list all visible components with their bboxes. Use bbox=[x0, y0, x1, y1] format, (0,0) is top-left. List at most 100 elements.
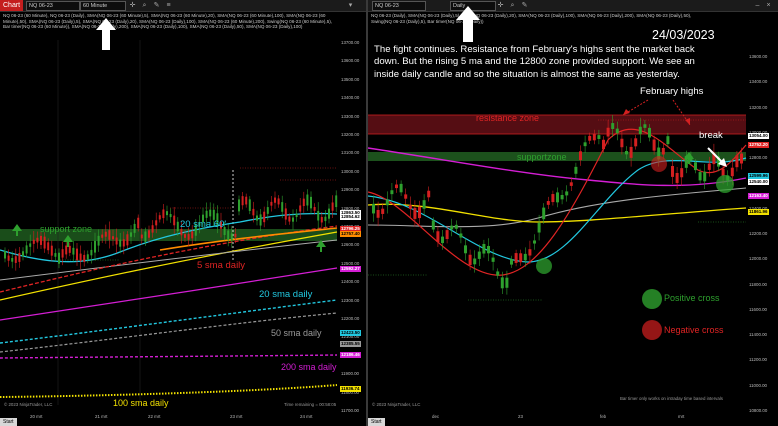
left-price-marker: 12423.50 bbox=[340, 330, 361, 336]
candle-body bbox=[694, 162, 697, 171]
left-price-marker: 12757.40 bbox=[340, 231, 361, 237]
candle-body bbox=[427, 190, 431, 198]
candle-body bbox=[556, 192, 559, 203]
candle-body bbox=[144, 231, 147, 242]
candle-body bbox=[505, 277, 509, 288]
left-price-tick: 13200.00 bbox=[341, 132, 360, 137]
left-price-tick: 11900.00 bbox=[341, 371, 359, 377]
right-white-up-arrow-icon bbox=[456, 6, 480, 42]
candle-body bbox=[638, 126, 642, 135]
candle-body bbox=[115, 237, 118, 245]
candle-body bbox=[54, 253, 57, 257]
candle-body bbox=[191, 231, 194, 239]
sma100-daily-label: 100 sma daily bbox=[113, 398, 169, 408]
candle-body bbox=[112, 236, 114, 240]
candle-body bbox=[730, 167, 734, 177]
candle-body bbox=[395, 184, 398, 189]
candle-body bbox=[477, 251, 481, 259]
legend-negative-circle bbox=[642, 320, 662, 340]
candle-body bbox=[288, 216, 291, 222]
candle-body bbox=[514, 253, 518, 263]
sma5-daily-label: 5 sma daily bbox=[197, 260, 246, 271]
right-bar-timer: Bar timer only works on intraday time ba… bbox=[620, 396, 723, 401]
candle-body bbox=[94, 240, 96, 253]
candle-body bbox=[245, 196, 248, 205]
candle-body bbox=[259, 214, 262, 226]
candle-body bbox=[473, 258, 477, 265]
right-price-tick: 11000.00 bbox=[749, 382, 767, 388]
candle-body bbox=[680, 168, 684, 178]
candle-body bbox=[14, 256, 17, 263]
left-chart-panel[interactable]: Chart NQ 06-23 60 Minute ✛ ⌕ ✎ ≡ ▾ NQ 06… bbox=[0, 0, 366, 426]
candle-body bbox=[263, 211, 266, 223]
candle-body bbox=[625, 151, 628, 155]
chart-negative-cross-1 bbox=[651, 156, 667, 172]
candle-body bbox=[413, 207, 417, 219]
right-chart-panel[interactable]: NQ 06-23 Daily ✛ ⌕ ✎ – × NQ 06-23 (Daily… bbox=[368, 0, 778, 426]
candle-body bbox=[381, 208, 385, 214]
candle-body bbox=[588, 135, 592, 141]
left-date-tick: 21 mrt bbox=[95, 414, 108, 419]
candle-body bbox=[130, 232, 132, 237]
right-price-marker: 13054.00 bbox=[748, 133, 769, 139]
candle-body bbox=[230, 233, 233, 241]
candle-body bbox=[299, 205, 302, 212]
candle-body bbox=[238, 199, 240, 212]
candle-body bbox=[137, 217, 140, 229]
left-date-tick: 22 mrt bbox=[148, 414, 161, 419]
left-price-tick: 12600.00 bbox=[341, 242, 360, 248]
candle-body bbox=[328, 208, 330, 219]
candle-body bbox=[399, 183, 403, 193]
candle-body bbox=[76, 248, 78, 261]
candle-body bbox=[583, 142, 587, 147]
candle-body bbox=[482, 243, 486, 254]
candle-body bbox=[445, 230, 449, 240]
negative-cross-label: Negative cross bbox=[664, 325, 724, 335]
left-price-tick: 13500.00 bbox=[341, 76, 360, 82]
sma200-daily-label: 200 sma daily bbox=[281, 362, 337, 372]
candle-body bbox=[528, 249, 532, 256]
candle-body bbox=[227, 230, 230, 241]
left-start-tab[interactable]: Start bbox=[0, 418, 17, 426]
candle-body bbox=[252, 208, 255, 216]
candle-body bbox=[542, 207, 546, 220]
green-up-arrow-1-icon bbox=[12, 224, 22, 236]
candle-body bbox=[537, 222, 541, 233]
left-price-marker: 11936.74 bbox=[340, 386, 361, 392]
right-start-tab[interactable]: Start bbox=[368, 418, 385, 426]
candle-body bbox=[666, 136, 670, 145]
candle-body bbox=[256, 215, 258, 221]
candle-body bbox=[675, 172, 679, 183]
left-price-marker: 12186.46 bbox=[340, 352, 361, 358]
candle-body bbox=[500, 277, 504, 289]
right-green-up-arrow-icon bbox=[684, 152, 694, 164]
candle-body bbox=[47, 242, 50, 251]
candle-body bbox=[519, 253, 523, 263]
candle-body bbox=[133, 223, 136, 233]
left-price-tick: 11700.00 bbox=[341, 408, 359, 413]
candle-body bbox=[648, 127, 651, 138]
left-price-tick: 13300.00 bbox=[341, 113, 360, 119]
chart-positive-cross-1 bbox=[536, 258, 552, 274]
left-price-tick: 13600.00 bbox=[341, 58, 360, 64]
candle-body bbox=[155, 220, 158, 226]
candle-body bbox=[248, 199, 251, 211]
candle-body bbox=[422, 200, 426, 209]
candle-body bbox=[390, 190, 394, 195]
candle-body bbox=[560, 194, 564, 200]
candle-body bbox=[335, 195, 338, 208]
candle-body bbox=[58, 252, 60, 264]
left-copyright: © 2023 NinjaTrader, LLC bbox=[4, 402, 53, 407]
sma20-daily-label: 20 sma daily bbox=[259, 289, 313, 300]
right-price-tick: 12200.00 bbox=[749, 231, 768, 236]
candle-body bbox=[569, 182, 573, 186]
resistance-zone-label: resistance zone bbox=[476, 113, 540, 123]
candle-body bbox=[7, 255, 10, 261]
right-copyright: © 2023 NinjaTrader, LLC bbox=[372, 402, 421, 407]
candle-body bbox=[295, 213, 298, 218]
candle-body bbox=[464, 245, 467, 254]
candle-body bbox=[176, 221, 179, 232]
left-price-tick: 12400.00 bbox=[341, 279, 360, 285]
right-date-tick: mrt bbox=[678, 414, 685, 419]
sma20-60-label: 20 sma 60' bbox=[180, 219, 227, 230]
